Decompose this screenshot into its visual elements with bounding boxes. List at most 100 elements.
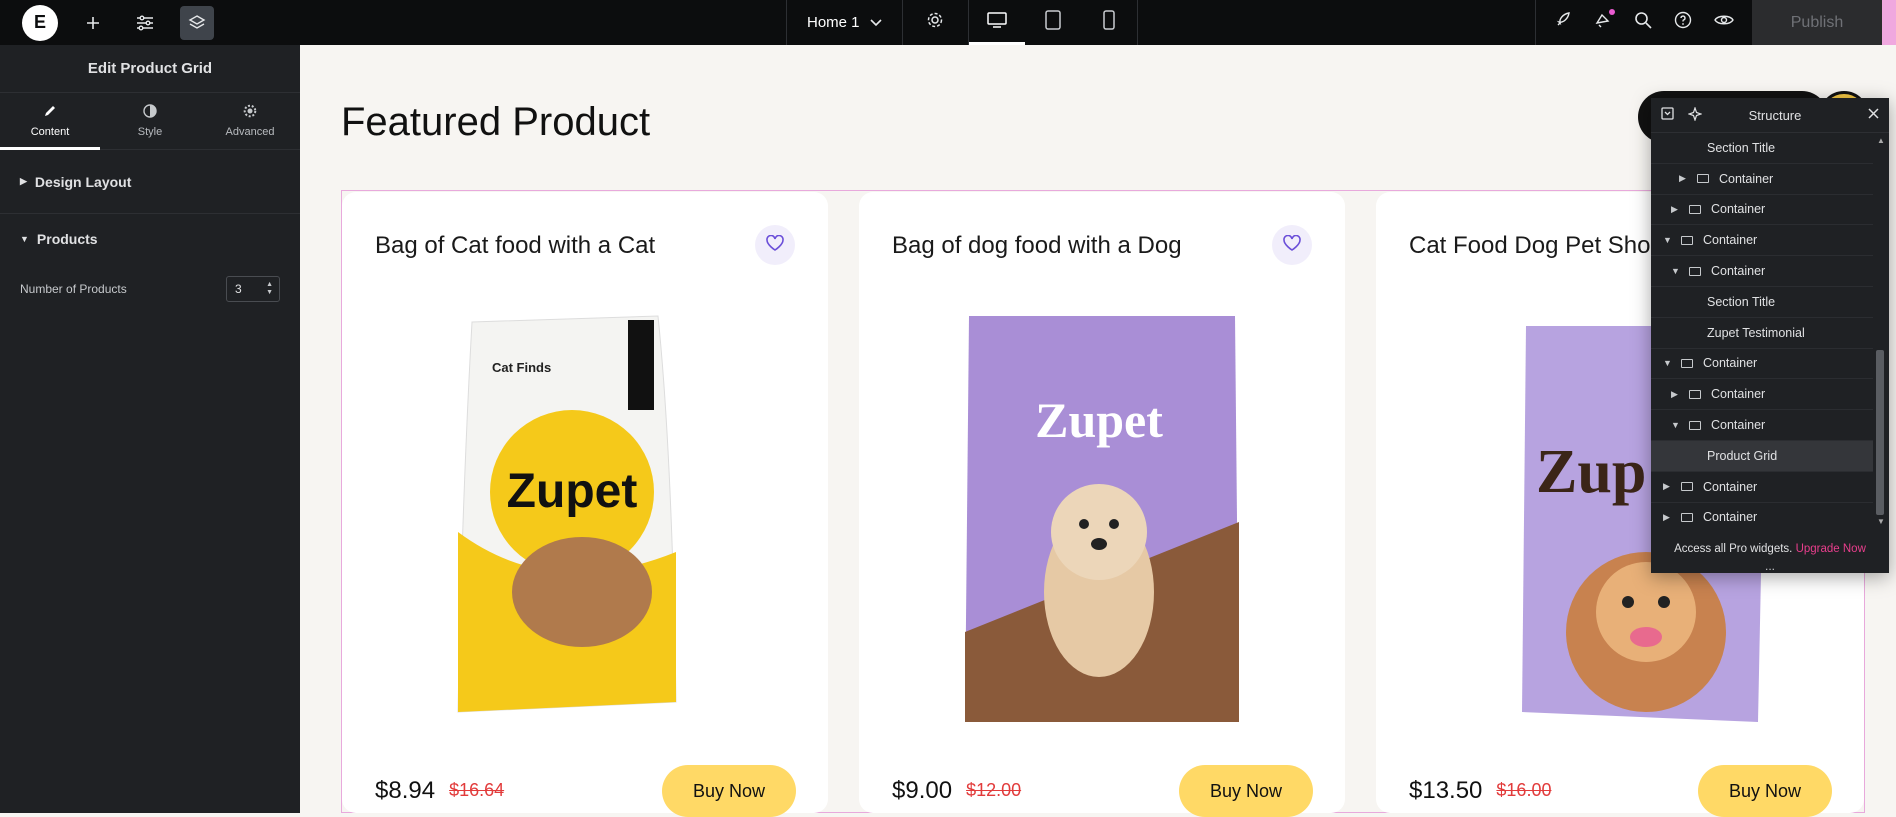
elementor-logo-icon[interactable]: E	[22, 4, 58, 41]
add-element-icon[interactable]	[76, 6, 110, 40]
pencil-icon	[43, 104, 57, 121]
buy-now-button[interactable]: Buy Now	[1179, 765, 1313, 817]
caret-down-icon[interactable]: ▼	[1671, 420, 1683, 430]
number-of-products-input[interactable]: 3 ▲ ▼	[226, 276, 280, 302]
help-icon[interactable]	[1674, 11, 1692, 34]
structure-row-label: Product Grid	[1707, 448, 1778, 463]
structure-row-label: Container	[1703, 356, 1758, 371]
site-settings-icon[interactable]	[128, 6, 162, 40]
caret-down-icon[interactable]: ▼	[1663, 235, 1675, 245]
tab-advanced[interactable]: Advanced	[200, 93, 300, 149]
structure-layers-icon[interactable]	[180, 5, 214, 40]
structure-row[interactable]: Section Title	[1651, 133, 1873, 164]
heart-icon	[1283, 234, 1301, 256]
product-title[interactable]: Bag of Cat food with a Cat	[375, 232, 655, 260]
products-section[interactable]: ▼ Products	[0, 214, 300, 264]
structure-row[interactable]: ▼ Container	[1651, 349, 1873, 380]
wishlist-button[interactable]	[1272, 225, 1312, 265]
structure-scrollbar[interactable]: ▲ ▼	[1875, 136, 1885, 526]
structure-row[interactable]: ▶ Container	[1651, 503, 1873, 528]
page-selector[interactable]: Home 1	[786, 0, 903, 45]
product-card[interactable]: Bag of dog food with a Dog Zupet $9.00 $…	[859, 192, 1345, 817]
old-price: $12.00	[966, 780, 1022, 800]
caret-right-icon[interactable]: ▶	[1679, 173, 1691, 184]
price-row: $13.50 $16.00	[1409, 768, 1551, 813]
editor-panel: Edit Product Grid Content Style Advanced…	[0, 45, 300, 813]
structure-row[interactable]: ▶ Container	[1651, 472, 1873, 503]
caret-down-icon[interactable]: ▼	[1663, 358, 1675, 368]
structure-footer: Access all Pro widgets. Upgrade Now	[1651, 543, 1889, 555]
container-icon	[1689, 266, 1701, 276]
ai-sparkle-icon[interactable]	[1687, 105, 1703, 124]
publish-button[interactable]: Publish	[1752, 0, 1882, 45]
structure-row[interactable]: Product Grid	[1651, 440, 1873, 472]
gear-icon	[926, 11, 944, 34]
buy-now-button[interactable]: Buy Now	[662, 765, 796, 817]
rocket-icon[interactable]	[1554, 11, 1572, 34]
panel-tabs: Content Style Advanced	[0, 93, 300, 150]
more-options-icon[interactable]: ...	[1651, 559, 1889, 573]
chevron-down-icon	[869, 14, 882, 31]
pro-widgets-text: Access all Pro widgets.	[1674, 543, 1793, 555]
pink-edge-tab	[1882, 0, 1896, 45]
structure-row-label: Container	[1719, 171, 1774, 186]
tablet-view-button[interactable]	[1025, 0, 1081, 45]
caret-right-icon[interactable]: ▶	[1663, 481, 1675, 492]
structure-row[interactable]: ▶ Container	[1651, 195, 1873, 226]
caret-right-icon[interactable]: ▶	[1663, 512, 1675, 523]
svg-text:Cat Finds: Cat Finds	[492, 360, 551, 375]
structure-row[interactable]: Zupet Testimonial	[1651, 318, 1873, 349]
structure-row-label: Container	[1703, 510, 1758, 525]
section-title: Featured Product	[341, 100, 651, 144]
collapse-all-icon[interactable]	[1661, 107, 1674, 123]
product-image-dog-food-bag[interactable]: Zupet	[949, 302, 1255, 722]
design-layout-section[interactable]: ▶ Design Layout	[0, 150, 300, 214]
container-icon	[1681, 512, 1693, 522]
structure-row[interactable]: ▶ Container	[1651, 379, 1873, 411]
desktop-icon	[986, 12, 1007, 33]
wishlist-button[interactable]	[755, 225, 795, 265]
current-price: $8.94	[375, 776, 436, 804]
caret-right-icon[interactable]: ▶	[1671, 389, 1683, 400]
number-of-products-value: 3	[235, 282, 242, 296]
caret-right-icon[interactable]: ▶	[1671, 204, 1683, 215]
close-icon[interactable]	[1868, 108, 1879, 122]
container-icon	[1681, 482, 1693, 492]
number-of-products-control: Number of Products 3 ▲ ▼	[0, 264, 300, 314]
container-icon	[1689, 389, 1701, 399]
tab-style-label: Style	[137, 126, 163, 138]
price-row: $8.94 $16.64	[375, 768, 504, 813]
structure-panel: Structure Section Title ▶ Container ▶ Contai…	[1651, 98, 1889, 573]
stepper-arrows-icon[interactable]: ▲ ▼	[266, 281, 273, 297]
bag-brand-text: Zupet	[507, 465, 638, 518]
mobile-icon	[1102, 10, 1115, 35]
structure-row[interactable]: Section Title	[1651, 287, 1873, 318]
mobile-view-button[interactable]	[1081, 0, 1137, 45]
preview-eye-icon[interactable]	[1714, 13, 1734, 32]
current-price: $13.50	[1409, 776, 1483, 804]
product-card[interactable]: Bag of Cat food with a Cat Cat Finds Zup…	[342, 192, 828, 817]
tab-content[interactable]: Content	[0, 93, 100, 150]
whats-new-icon[interactable]	[1594, 9, 1615, 34]
structure-row[interactable]: ▶ Container	[1651, 164, 1873, 195]
product-title[interactable]: Cat Food Dog Pet Shop	[1409, 232, 1664, 260]
scroll-thumb[interactable]	[1876, 350, 1884, 515]
structure-row[interactable]: ▼ Container	[1651, 225, 1873, 257]
top-bar: E Home 1 Publish	[0, 0, 1896, 45]
upgrade-now-link[interactable]: Upgrade Now	[1796, 543, 1866, 555]
caret-down-icon[interactable]: ▼	[1671, 266, 1683, 276]
tab-style[interactable]: Style	[100, 93, 200, 149]
buy-now-button[interactable]: Buy Now	[1698, 765, 1832, 817]
container-icon	[1689, 204, 1701, 214]
products-label: Products	[36, 231, 98, 247]
desktop-view-button[interactable]	[968, 0, 1025, 45]
structure-row[interactable]: ▼ Container	[1651, 256, 1873, 287]
product-title[interactable]: Bag of dog food with a Dog	[892, 232, 1182, 260]
search-icon[interactable]	[1634, 11, 1652, 34]
structure-row[interactable]: ▼ Container	[1651, 410, 1873, 441]
page-settings-button[interactable]	[903, 0, 969, 45]
container-icon	[1697, 174, 1709, 184]
product-image-cat-food-bag[interactable]: Cat Finds Zupet	[432, 302, 738, 722]
structure-tree: Section Title ▶ Container ▶ Container ▼ Contai…	[1651, 133, 1873, 528]
caret-right-icon: ▶	[20, 176, 27, 186]
